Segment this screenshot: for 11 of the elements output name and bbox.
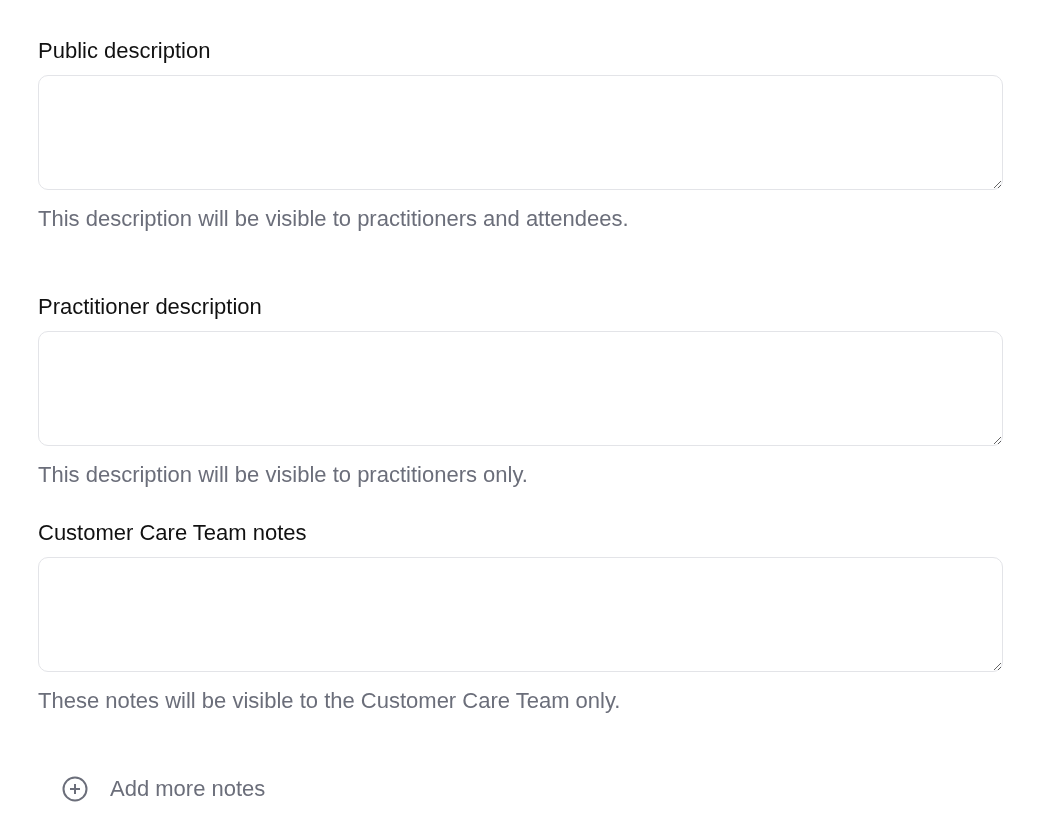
field-label: Customer Care Team notes xyxy=(38,520,308,546)
text-area[interactable] xyxy=(38,557,1003,672)
helper-text: This description will be visible to practitioners only. xyxy=(38,462,529,488)
add-notes-button[interactable]: Add more notes xyxy=(38,764,278,814)
helper-text: This description will be visible to practitioners and attendees. xyxy=(38,206,630,232)
text-area[interactable] xyxy=(38,75,1003,190)
field-label: Public description xyxy=(38,38,212,64)
plus-circle-icon xyxy=(62,776,88,802)
field-label: Practitioner description xyxy=(38,294,263,320)
text-area[interactable] xyxy=(38,331,1003,446)
helper-text: These notes will be visible to the Customer Care Team only. xyxy=(38,688,622,714)
